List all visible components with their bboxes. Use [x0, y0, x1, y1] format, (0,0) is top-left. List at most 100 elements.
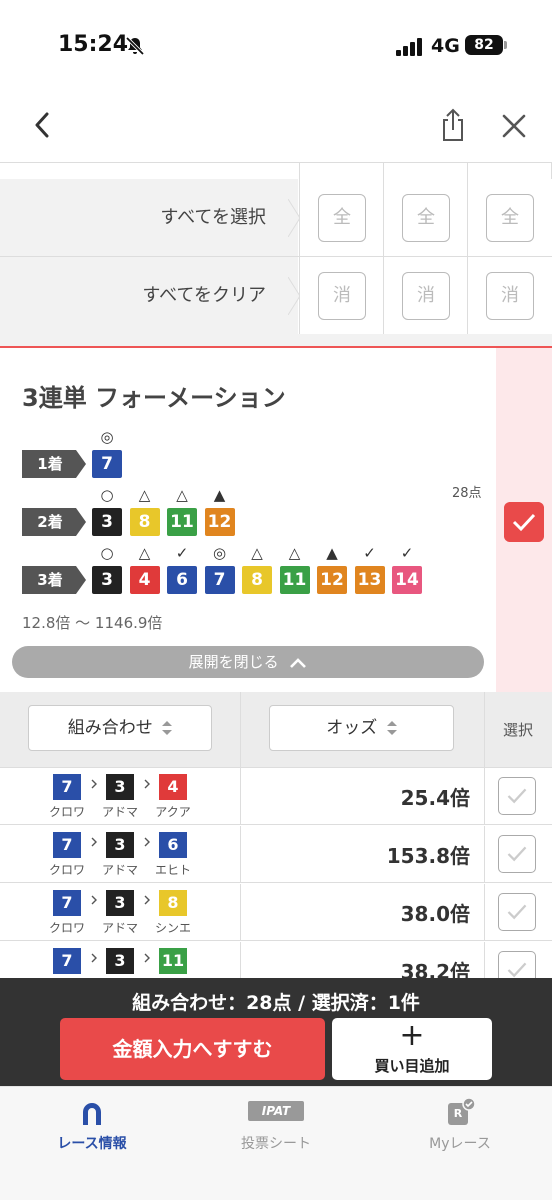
table-row: 7 クロワ 3 アドマ 6 エヒト 153.8倍 [0, 826, 552, 883]
horse-number-box: 7 [53, 832, 81, 858]
battery-tip [504, 41, 507, 49]
signal-icon [396, 38, 422, 56]
formation-title: 3連単 フォーメーション [22, 384, 286, 412]
clear-all-button-3rd[interactable]: 消 [486, 272, 534, 320]
horse-mark: ◎ [100, 428, 114, 446]
horse-number-box: 3 [106, 832, 134, 858]
tab-voting-sheet[interactable]: IPAT 投票シート [206, 1095, 346, 1155]
horse-number-box: 7 [204, 566, 235, 594]
horse-number-box: 3 [92, 566, 122, 594]
clear-all-cell-1: 消 [299, 257, 383, 334]
check-badge-icon [462, 1097, 476, 1111]
horse-name: クロワ [48, 921, 85, 935]
select-all-cell-3: 全 [467, 179, 551, 256]
horse-number-box: 7 [53, 774, 81, 800]
position-label-text: 1着 [37, 455, 63, 473]
sort-icon [162, 721, 173, 735]
select-all-cell-2: 全 [383, 179, 467, 256]
table-row: 7 クロワ 3 アドマ 8 シンエ 38.0倍 [0, 884, 552, 941]
horse-name: クロワ [48, 863, 85, 877]
horse-number-box: 6 [167, 566, 197, 594]
horse-name: アクア [155, 805, 191, 819]
collapse-button[interactable]: 展開を閉じる [12, 646, 484, 678]
horse-mark: △ [176, 486, 188, 504]
horse-mark: ○ [100, 486, 114, 504]
clear-all-label: すべてをクリア [0, 257, 298, 334]
battery-icon: 82 [465, 35, 503, 55]
sort-odds-button[interactable]: オッズ [269, 705, 454, 751]
sort-odds-label: オッズ [326, 718, 378, 738]
horse-mark: △ [138, 486, 151, 504]
horse-number-box: 11 [159, 948, 187, 974]
checkbox-checked-icon[interactable] [504, 502, 544, 542]
horse-mark: △ [288, 544, 301, 562]
row-checkbox[interactable] [498, 951, 536, 978]
tab-label: Myレース [429, 1136, 491, 1152]
row-checkbox[interactable] [498, 893, 536, 931]
chevron-right-icon [144, 953, 150, 963]
tab-label: レース情報 [57, 1136, 127, 1152]
horse-name: エヒト [154, 863, 191, 877]
horseshoe-icon [83, 1103, 101, 1125]
horse-number-box: 7 [92, 450, 122, 478]
add-bet-label: 買い目追加 [374, 1057, 450, 1075]
chevron-right-icon [91, 837, 97, 847]
horse-mark: △ [251, 544, 263, 562]
clear-all-button-1st[interactable]: 消 [318, 272, 366, 320]
horse-mark: ○ [100, 544, 114, 562]
horse-number-box: 8 [242, 566, 272, 594]
status-bar: 15:24 4G 82 [0, 0, 552, 92]
table-divider [383, 163, 384, 179]
row-checkbox[interactable] [498, 777, 536, 815]
amount-input-button[interactable]: 金額入力へすすむ [60, 1018, 325, 1080]
horse-mark: △ [138, 544, 151, 562]
tab-race-info[interactable]: レース情報 [22, 1095, 162, 1155]
horse-number-box: 12 [204, 508, 235, 536]
horse-number-box: 11 [167, 508, 197, 536]
odds-range: 12.8倍 〜 1146.9倍 [22, 614, 163, 632]
select-all-button-2nd[interactable]: 全 [402, 194, 450, 242]
clear-all-button-2nd[interactable]: 消 [402, 272, 450, 320]
select-all-label: すべてを選択 [0, 179, 298, 256]
status-time: 15:24 [58, 32, 129, 57]
horse-number-box: 4 [129, 566, 160, 594]
sort-bar: 組み合わせ オッズ 選択 [0, 692, 552, 768]
add-bet-button[interactable]: + 買い目追加 [332, 1018, 492, 1080]
back-icon[interactable] [28, 108, 58, 142]
sort-combination-button[interactable]: 組み合わせ [28, 705, 212, 751]
horse-name: アドマ [101, 921, 138, 935]
select-all-row: すべてを選択 全 全 全 [0, 179, 552, 257]
select-all-button-1st[interactable]: 全 [318, 194, 366, 242]
network-type: 4G [431, 35, 460, 57]
close-icon[interactable] [498, 110, 530, 142]
select-all-button-3rd[interactable]: 全 [486, 194, 534, 242]
horse-number-box: 7 [53, 948, 81, 974]
tab-my-race[interactable]: R Myレース [390, 1095, 530, 1155]
horse-number-box: 14 [392, 566, 422, 594]
column-divider [240, 942, 241, 978]
ipat-icon: IPAT [248, 1101, 304, 1121]
odds-value: 25.4倍 [400, 786, 470, 810]
position-label-text: 3着 [37, 571, 63, 589]
horse-number-box: 8 [129, 508, 160, 536]
column-divider [484, 768, 485, 825]
column-divider [240, 884, 241, 941]
chevron-up-icon [290, 657, 307, 668]
points-count: 28点 [452, 486, 482, 501]
chevron-right-icon [91, 953, 97, 963]
horse-mark: ✓ [400, 544, 414, 562]
horse-mark: ◎ [212, 544, 227, 562]
horse-number-box: 12 [317, 566, 347, 594]
horse-number-box: 11 [279, 566, 310, 594]
chevron-right-icon [91, 895, 97, 905]
horse-number-box: 3 [106, 774, 134, 800]
plus-icon: + [399, 1018, 425, 1053]
odds-value: 38.0倍 [400, 902, 470, 926]
share-icon[interactable] [438, 106, 468, 144]
select-column-header: 選択 [502, 721, 533, 739]
column-divider [484, 826, 485, 883]
row-checkbox[interactable] [498, 835, 536, 873]
clear-all-cell-3: 消 [467, 257, 551, 334]
position-label-3rd: 3着 [22, 566, 86, 594]
position-label-text: 2着 [37, 513, 63, 531]
